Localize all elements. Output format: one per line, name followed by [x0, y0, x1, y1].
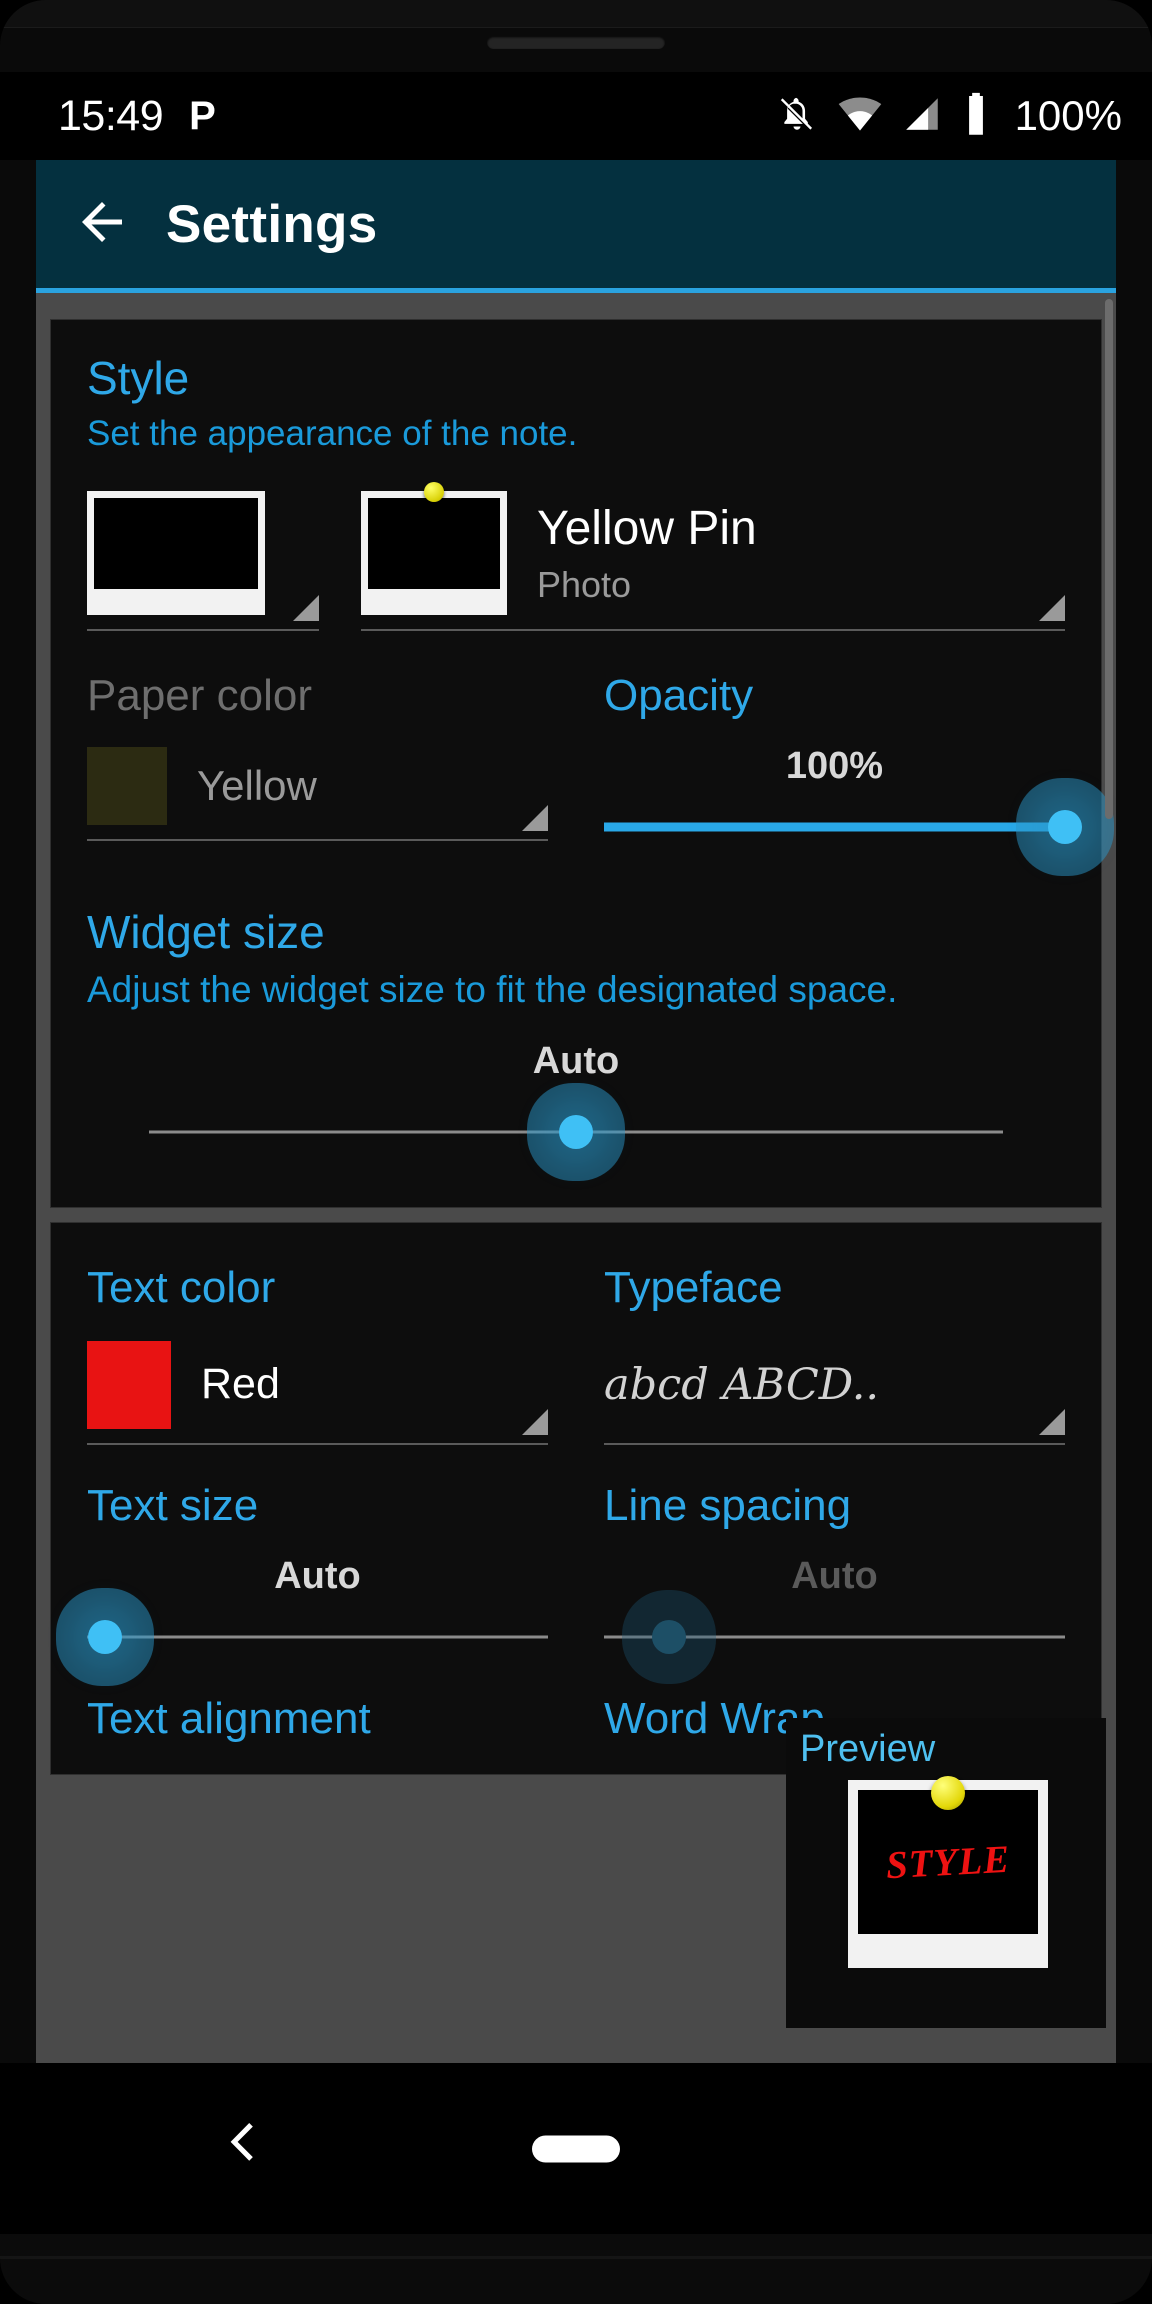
opacity-slider-thumb[interactable] — [1048, 810, 1082, 845]
vertical-scrollbar[interactable] — [1105, 299, 1113, 819]
preview-note-frame: STYLE — [848, 1776, 1048, 1968]
status-bar-left: 15:49 P — [58, 92, 216, 141]
thumbnail-photo-area — [94, 498, 258, 590]
thumbnail-photo-area — [368, 498, 500, 590]
text-size-slider-track — [87, 1635, 548, 1639]
status-bar-right: 100% — [775, 91, 1122, 142]
status-bar-clock: 15:49 — [58, 91, 164, 140]
signal-icon — [901, 92, 943, 141]
nav-home-pill[interactable] — [532, 2135, 620, 2162]
wifi-icon — [837, 92, 883, 141]
note-style-name: Yellow Pin — [537, 501, 757, 555]
text-card: Text color Red Typeface abcd ABCD.. Text… — [50, 1221, 1102, 1775]
note-style-left-spinner[interactable] — [87, 491, 319, 632]
text-color-swatch — [87, 1340, 171, 1429]
opacity-slider-fill — [604, 822, 1065, 832]
preview-overlay: Preview STYLE — [786, 1718, 1106, 2028]
typeface-sample-text: abcd ABCD.. — [604, 1359, 880, 1410]
text-color-spinner[interactable]: Red — [87, 1340, 548, 1445]
phone-frame: 15:49 P 100% Settings Style Set the appe… — [0, 0, 1152, 2304]
spinner-underline — [87, 1442, 548, 1445]
text-size-group: Text size Auto — [87, 1481, 548, 1672]
note-style-type: Photo — [537, 563, 632, 605]
text-color-value: Red — [201, 1360, 280, 1409]
text-color-label: Text color — [87, 1262, 276, 1312]
preview-note-text: STYLE — [884, 1837, 1012, 1887]
typeface-group: Typeface abcd ABCD.. — [604, 1263, 1065, 1445]
app-notification-icon: P — [189, 93, 216, 138]
line-spacing-slider[interactable] — [604, 1602, 1065, 1672]
page-title: Settings — [166, 194, 378, 254]
text-size-label: Text size — [87, 1480, 259, 1530]
paper-color-group: Paper color Yellow — [87, 671, 548, 862]
opacity-value: 100% — [785, 745, 884, 788]
paper-color-value: Yellow — [197, 762, 317, 810]
phone-top-bezel — [0, 0, 1152, 28]
spinner-underline — [87, 839, 548, 842]
preview-label: Preview — [800, 1728, 936, 1770]
style-section-title: Style — [87, 352, 190, 404]
widget-size-title: Widget size — [87, 906, 325, 959]
app-bar: Settings — [36, 160, 1116, 288]
earpiece-speaker — [487, 36, 665, 49]
battery-icon — [961, 91, 991, 142]
text-size-slider[interactable] — [87, 1602, 548, 1672]
paper-color-swatch — [87, 747, 167, 826]
paper-color-spinner[interactable]: Yellow — [87, 747, 548, 842]
note-style-thumbnail-yellow-pin — [361, 482, 507, 616]
preview-note-canvas: STYLE — [858, 1790, 1038, 1934]
note-style-thumbnail-plain — [87, 491, 265, 616]
widget-size-value: Auto — [532, 1039, 620, 1082]
style-section-subtitle: Set the appearance of the note. — [87, 414, 578, 454]
widget-size-group: Widget size Adjust the widget size to fi… — [87, 908, 1065, 1177]
text-color-group: Text color Red — [87, 1263, 548, 1445]
typeface-label: Typeface — [604, 1262, 783, 1312]
line-spacing-slider-thumb[interactable] — [651, 1619, 686, 1654]
spinner-underline — [361, 629, 1065, 632]
opacity-group: Opacity 100% — [604, 671, 1082, 862]
yellow-pin-icon — [424, 482, 444, 503]
back-arrow-icon[interactable] — [72, 192, 132, 257]
spinner-underline — [604, 1442, 1065, 1445]
text-size-slider-thumb[interactable] — [88, 1619, 123, 1654]
yellow-pin-icon — [931, 1776, 965, 1810]
line-spacing-label: Line spacing — [604, 1480, 852, 1530]
widget-size-slider[interactable] — [149, 1087, 1003, 1177]
opacity-slider[interactable] — [604, 792, 1082, 862]
text-alignment-group[interactable]: Text alignment — [87, 1694, 548, 1744]
spinner-underline — [87, 629, 319, 632]
typeface-spinner[interactable]: abcd ABCD.. — [604, 1341, 1065, 1445]
nav-back-icon[interactable] — [222, 2117, 260, 2180]
note-style-selected-spinner[interactable]: Yellow Pin Photo — [361, 482, 1065, 632]
line-spacing-group: Line spacing Auto — [604, 1481, 1065, 1672]
opacity-label: Opacity — [604, 671, 754, 721]
text-alignment-label: Text alignment — [87, 1693, 371, 1743]
battery-percent-label: 100% — [1014, 92, 1122, 139]
widget-size-subtitle: Adjust the widget size to fit the design… — [87, 969, 898, 1011]
line-spacing-value: Auto — [791, 1554, 878, 1597]
system-navigation-bar — [0, 2063, 1152, 2234]
widget-size-slider-thumb[interactable] — [559, 1114, 593, 1149]
text-size-value: Auto — [274, 1554, 361, 1597]
status-bar: 15:49 P 100% — [0, 72, 1152, 160]
bell-off-icon — [775, 92, 819, 141]
phone-bottom-bezel — [0, 2234, 1152, 2304]
paper-color-label: Paper color — [87, 671, 313, 721]
style-card: Style Set the appearance of the note. Ye… — [50, 319, 1102, 1208]
